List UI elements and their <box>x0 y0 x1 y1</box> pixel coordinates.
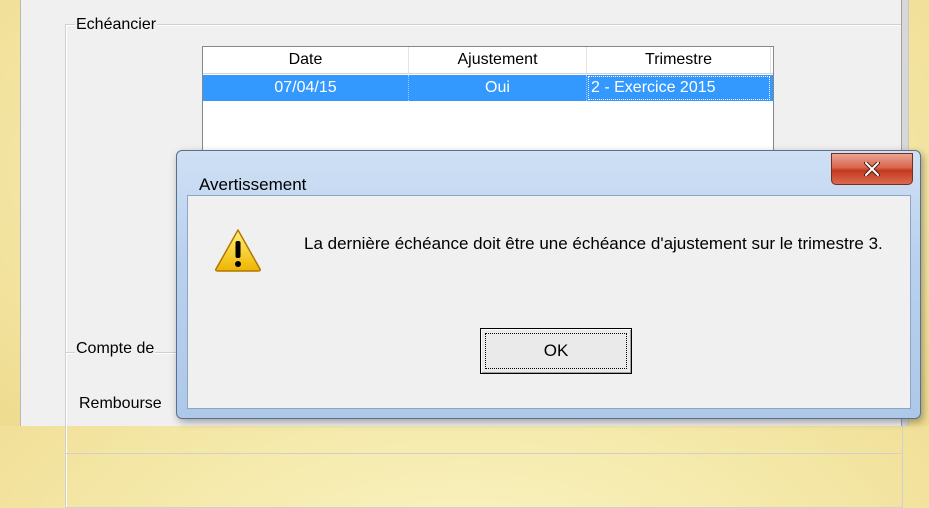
close-button[interactable] <box>831 153 913 185</box>
ok-button[interactable]: OK <box>480 328 632 374</box>
cell-date: 07/04/15 <box>203 75 409 101</box>
warning-icon <box>215 229 261 272</box>
dialog-title: Avertissement <box>199 175 307 194</box>
column-header-ajustement[interactable]: Ajustement <box>409 47 587 73</box>
ok-button-label: OK <box>485 333 627 369</box>
schedule-group-title: Echéancier <box>75 16 158 34</box>
repayment-label: Rembourse <box>79 395 162 412</box>
close-icon <box>864 162 880 176</box>
dialog-body: La dernière échéance doit être une échéa… <box>187 195 911 409</box>
listview-header: Date Ajustement Trimestre <box>203 47 773 74</box>
cell-ajustement: Oui <box>409 75 587 101</box>
column-header-date[interactable]: Date <box>203 47 409 73</box>
table-row[interactable]: 07/04/15 Oui 2 - Exercice 2015 <box>203 75 773 101</box>
cell-trimestre: 2 - Exercice 2015 <box>587 75 771 101</box>
account-group-title: Compte de <box>75 340 156 358</box>
column-header-trimestre[interactable]: Trimestre <box>587 47 771 73</box>
warning-message: La dernière échéance doit être une échéa… <box>304 234 883 253</box>
warning-dialog: Avertissement La dernière échéance doit … <box>176 150 921 419</box>
